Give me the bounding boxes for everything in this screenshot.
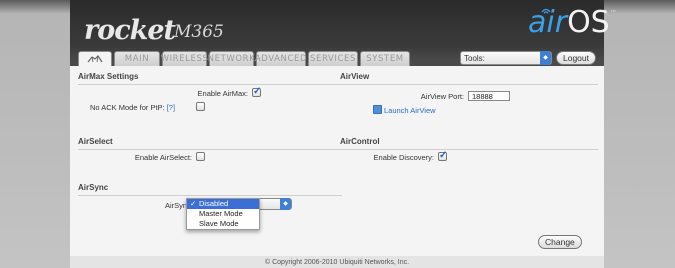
enable-airselect-checkbox[interactable]: [196, 152, 205, 161]
airsync-option-label: Master Mode: [199, 209, 243, 218]
select-arrows-icon: ◆: [280, 198, 291, 210]
change-button[interactable]: Change: [538, 235, 582, 249]
airsync-section-title: AirSync: [78, 183, 342, 196]
airview-port-input[interactable]: 18888: [468, 91, 510, 101]
noack-checkbox[interactable]: [196, 102, 205, 111]
launch-airview-link[interactable]: Launch AirView: [384, 106, 436, 115]
airos-logo-os: OS: [567, 5, 610, 40]
aircontrol-section-title: AirControl: [340, 137, 598, 150]
tab-ubnt[interactable]: [78, 51, 112, 66]
product-logo: rocket: [84, 15, 176, 46]
airsync-option-master[interactable]: Master Mode: [187, 209, 259, 219]
footer-copyright: © Copyright 2006-2010 Ubiquiti Networks,…: [70, 256, 604, 268]
airsync-option-slave[interactable]: Slave Mode: [187, 219, 259, 229]
tools-dropdown[interactable]: Tools: ◆: [460, 51, 552, 65]
airselect-section-title: AirSelect: [78, 137, 340, 150]
select-arrows-icon: ◆: [540, 51, 551, 65]
airsync-dropdown-menu: ✓ Disabled Master Mode Slave Mode: [186, 198, 260, 230]
enable-discovery-label: Enable Discovery:: [373, 153, 434, 162]
enable-airmax-checkbox[interactable]: [252, 86, 261, 97]
tab-wireless[interactable]: WIRELESS: [161, 51, 208, 66]
tab-system[interactable]: SYSTEM: [360, 51, 410, 66]
logout-button[interactable]: Logout: [556, 51, 596, 65]
product-model: M365: [174, 22, 224, 42]
airview-section-title: AirView: [340, 72, 598, 85]
airos-logo-tm: ™: [609, 9, 617, 17]
toolbar: Tools: ◆ Logout: [460, 51, 596, 65]
noack-label-row: No ACK Mode for PtP: [?]: [90, 103, 175, 112]
airsync-option-label: Slave Mode: [199, 219, 239, 228]
enable-airmax-label: Enable AirMax:: [197, 89, 248, 98]
airsync-option-label: Disabled: [199, 199, 229, 208]
airsync-option-disabled[interactable]: ✓ Disabled: [187, 199, 259, 209]
enable-discovery-checkbox[interactable]: [438, 150, 447, 161]
enable-airselect-label: Enable AirSelect:: [134, 153, 192, 162]
tools-dropdown-value: Tools:: [464, 53, 485, 63]
tab-advanced[interactable]: ADVANCED: [255, 51, 307, 66]
tab-network[interactable]: NETWORK: [208, 51, 255, 66]
tab-services[interactable]: SERVICES: [308, 51, 358, 66]
noack-label: No ACK Mode for PtP:: [90, 103, 165, 112]
main-tabs: MAIN WIRELESS NETWORK ADVANCED SERVICES …: [78, 51, 410, 66]
checkmark-icon: ✓: [190, 199, 197, 208]
airmax-section-title: AirMax Settings: [78, 72, 340, 85]
noack-help-link[interactable]: [?]: [167, 103, 175, 112]
ubiquiti-logo-icon: [87, 55, 103, 63]
wifi-signal-icon: [541, 8, 551, 14]
airview-port-label: AirView Port:: [420, 92, 464, 101]
launch-airview-icon: [373, 105, 382, 114]
tab-main[interactable]: MAIN: [114, 51, 160, 66]
